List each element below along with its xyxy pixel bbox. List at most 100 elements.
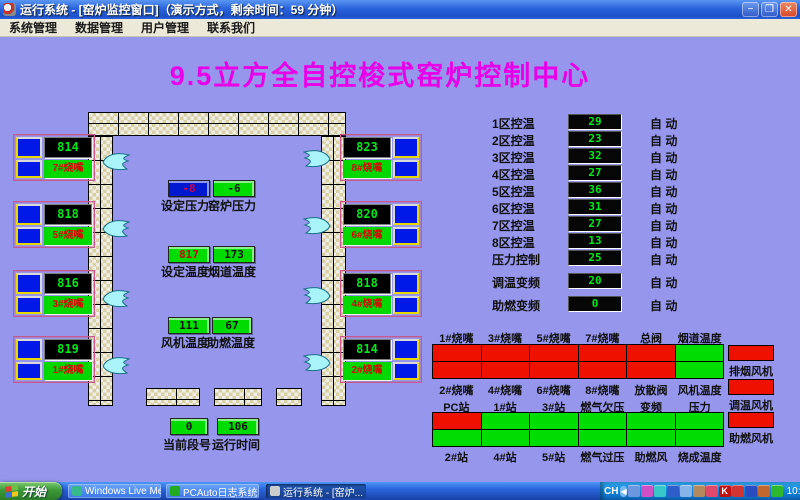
fan-status-tempering bbox=[728, 379, 774, 395]
zone-mode[interactable]: 自 动 bbox=[650, 183, 677, 200]
status-cell bbox=[433, 345, 481, 361]
monitor-icon[interactable] bbox=[628, 485, 640, 497]
runtime-display: 106 bbox=[217, 418, 259, 435]
zone-mode[interactable]: 自 动 bbox=[650, 217, 677, 234]
status-label: 燃气过压 bbox=[578, 449, 627, 465]
control-display[interactable]: 25 bbox=[568, 250, 622, 266]
grid2-bottom-labels: 2#站 4#站 5#站 燃气过压 助燃风 烧成温度 bbox=[432, 449, 724, 465]
control-mode[interactable]: 自 动 bbox=[650, 274, 677, 291]
start-button[interactable]: 开始 bbox=[0, 482, 62, 500]
control-mode[interactable]: 自 动 bbox=[650, 251, 677, 268]
taskbar-task-pcauto-log[interactable]: PCAuto日志系统 bbox=[166, 484, 259, 498]
fan-temp-label: 风机温度 bbox=[161, 334, 209, 351]
status-cell bbox=[676, 413, 724, 429]
restore-button[interactable]: ❐ bbox=[761, 2, 778, 17]
zone-label: 1区控温 bbox=[492, 115, 535, 132]
app-icon bbox=[3, 3, 16, 16]
users-icon[interactable] bbox=[680, 485, 692, 497]
burner-label: 1#烧嘴 bbox=[44, 362, 92, 381]
kaspersky-icon[interactable]: K bbox=[719, 485, 731, 497]
segment-display: 0 bbox=[170, 418, 208, 435]
chevron-left-icon[interactable]: ◀ bbox=[620, 486, 626, 497]
taskbar-task-run-system[interactable]: 运行系统 - [窑炉... bbox=[266, 484, 366, 498]
control-display[interactable]: 20 bbox=[568, 273, 622, 289]
flame-icon bbox=[101, 217, 131, 239]
status-label: 4#站 bbox=[481, 449, 530, 465]
zone-temp-display[interactable]: 23 bbox=[568, 131, 622, 147]
burner-label: 5#烧嘴 bbox=[44, 227, 92, 246]
language-indicator[interactable]: CH bbox=[604, 486, 618, 497]
alert-icon[interactable] bbox=[706, 485, 718, 497]
windows-logo-icon bbox=[5, 485, 18, 498]
burner-valve-indicator bbox=[16, 296, 42, 315]
burner-unit-right-4: 814 2#烧嘴 bbox=[340, 336, 422, 383]
network-icon[interactable] bbox=[667, 485, 679, 497]
zone-mode[interactable]: 自 动 bbox=[650, 115, 677, 132]
status-cell bbox=[530, 345, 578, 361]
zone-temp-display[interactable]: 27 bbox=[568, 216, 622, 232]
taskbar-task-messenger[interactable]: Windows Live Mes... bbox=[68, 484, 161, 498]
flame-icon bbox=[302, 284, 332, 306]
burner-valve-indicator bbox=[16, 339, 42, 360]
zone-mode[interactable]: 自 动 bbox=[650, 149, 677, 166]
volume-icon[interactable] bbox=[758, 485, 770, 497]
zone-mode[interactable]: 自 动 bbox=[650, 132, 677, 149]
burner-temp-display: 818 bbox=[44, 204, 92, 225]
burner-unit-right-3: 818 4#烧嘴 bbox=[340, 270, 422, 317]
burner-unit-left-4: 819 1#烧嘴 bbox=[13, 336, 95, 383]
zone-temp-display[interactable]: 32 bbox=[568, 148, 622, 164]
zone-temp-display[interactable]: 31 bbox=[568, 199, 622, 215]
control-mode[interactable]: 自 动 bbox=[650, 297, 677, 314]
burner-valve-indicator bbox=[16, 204, 42, 225]
zone-temp-display[interactable]: 29 bbox=[568, 114, 622, 130]
task-label: Windows Live Mes... bbox=[85, 486, 161, 497]
runtime-label: 运行时间 bbox=[212, 436, 260, 453]
flame-icon bbox=[101, 287, 131, 309]
status-label: 2#站 bbox=[432, 449, 481, 465]
zone-temp-display[interactable]: 13 bbox=[568, 233, 622, 249]
zone-label: 3区控温 bbox=[492, 149, 535, 166]
task-label: PCAuto日志系统 bbox=[183, 484, 257, 498]
burner-valve-indicator bbox=[393, 137, 419, 158]
kiln-wall-bottom-segment bbox=[276, 388, 302, 406]
flue-temp-label: 烟道温度 bbox=[208, 263, 256, 280]
minimize-button[interactable]: − bbox=[742, 2, 759, 17]
menu-system[interactable]: 系统管理 bbox=[0, 19, 66, 36]
status-cell bbox=[530, 430, 578, 446]
kiln-pressure-display: -6 bbox=[213, 180, 255, 197]
zone-label: 7区控温 bbox=[492, 217, 535, 234]
zone-mode[interactable]: 自 动 bbox=[650, 234, 677, 251]
menu-data[interactable]: 数据管理 bbox=[66, 19, 132, 36]
shield-icon[interactable] bbox=[732, 485, 744, 497]
flame-icon bbox=[302, 214, 332, 236]
status-cell bbox=[433, 413, 481, 429]
status-cell bbox=[627, 362, 675, 378]
status-cell bbox=[530, 362, 578, 378]
burner-label: 7#烧嘴 bbox=[44, 160, 92, 179]
clock[interactable]: 10:15 bbox=[787, 486, 800, 497]
burner-unit-right-2: 820 6#烧嘴 bbox=[340, 201, 422, 248]
status-label: 6#烧嘴 bbox=[529, 382, 578, 398]
control-label: 助燃变频 bbox=[492, 297, 540, 314]
set-pressure-display[interactable]: -8 bbox=[168, 180, 210, 197]
control-display[interactable]: 0 bbox=[568, 296, 622, 312]
media-icon[interactable] bbox=[641, 485, 653, 497]
menu-contact[interactable]: 联系我们 bbox=[198, 19, 264, 36]
flame-icon bbox=[101, 354, 131, 376]
set-temp-display[interactable]: 817 bbox=[168, 246, 210, 263]
zone-temp-display[interactable]: 36 bbox=[568, 182, 622, 198]
grid1-bottom-labels: 2#烧嘴 4#烧嘴 6#烧嘴 8#烧嘴 放散阀 风机温度 bbox=[432, 382, 724, 398]
qq-icon[interactable] bbox=[745, 485, 757, 497]
burner-temp-display: 814 bbox=[44, 137, 92, 158]
skype-icon[interactable] bbox=[771, 485, 783, 497]
zone-mode[interactable]: 自 动 bbox=[650, 200, 677, 217]
update-icon[interactable] bbox=[693, 485, 705, 497]
menu-user[interactable]: 用户管理 bbox=[132, 19, 198, 36]
burner-valve-indicator bbox=[16, 273, 42, 294]
status-label: 风机温度 bbox=[675, 382, 724, 398]
close-button[interactable]: ✕ bbox=[780, 2, 797, 17]
zone-temp-display[interactable]: 27 bbox=[568, 165, 622, 181]
messenger-icon[interactable] bbox=[654, 485, 666, 497]
status-cell bbox=[530, 413, 578, 429]
zone-mode[interactable]: 自 动 bbox=[650, 166, 677, 183]
